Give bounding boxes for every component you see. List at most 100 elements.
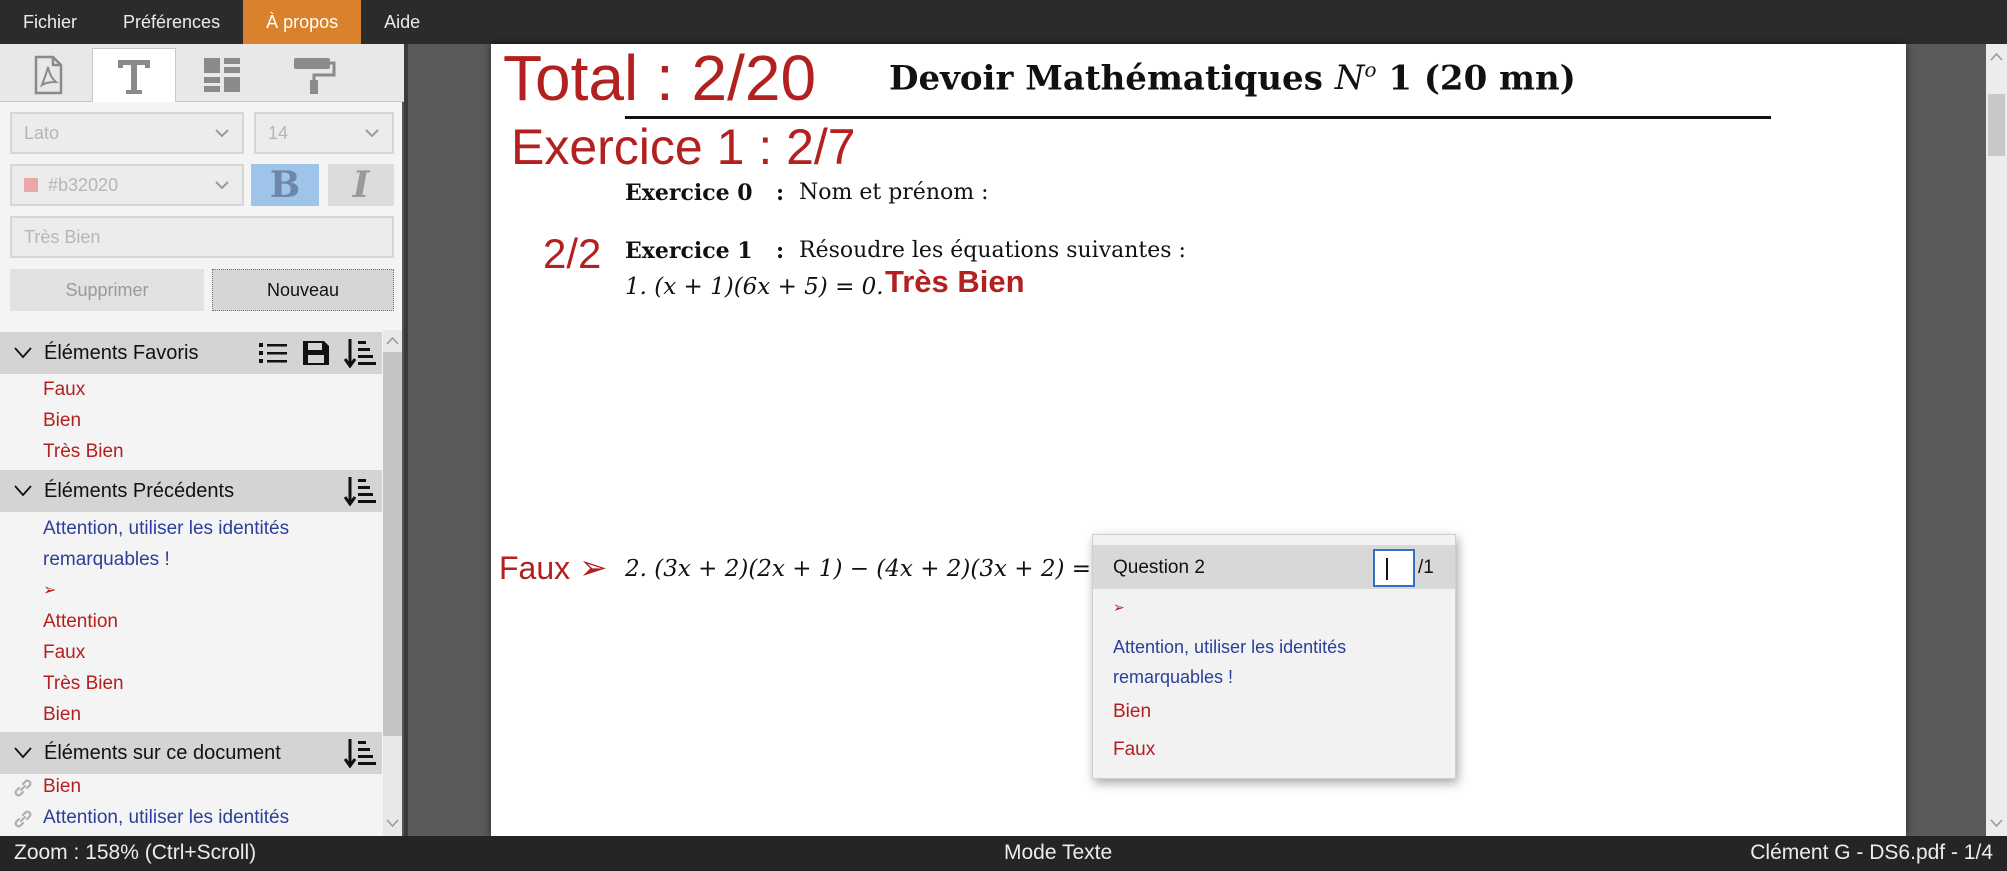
previous-item[interactable]: ➢ xyxy=(43,575,56,606)
annotation-text-value: Très Bien xyxy=(24,226,101,247)
previous-title: Éléments Précédents xyxy=(44,479,235,502)
menu-bar: Fichier Préférences À propos Aide xyxy=(0,0,2007,44)
delete-button[interactable]: Supprimer xyxy=(10,269,204,311)
status-bar: Zoom : 158% (Ctrl+Scroll) Mode Texte Clé… xyxy=(0,836,2007,871)
color-select[interactable]: #b32020 xyxy=(10,164,244,206)
tab-paint[interactable] xyxy=(272,48,356,102)
color-swatch xyxy=(24,178,38,192)
color-select-value: #b32020 xyxy=(48,174,119,195)
grade-max: /1 xyxy=(1418,557,1434,578)
previous-actions xyxy=(344,470,376,512)
save-icon[interactable] xyxy=(302,340,330,366)
previous-item[interactable]: Très Bien xyxy=(43,668,124,699)
sort-icon[interactable] xyxy=(344,738,376,768)
chevron-down-icon xyxy=(14,347,32,359)
title-rest: 1 (20 mn) xyxy=(1388,58,1576,99)
annotation-text-input[interactable]: Très Bien xyxy=(10,216,394,258)
chevron-down-icon xyxy=(215,129,229,138)
favorites-actions xyxy=(258,332,376,374)
zoom-status: Zoom : 158% (Ctrl+Scroll) xyxy=(14,841,257,864)
popup-item[interactable]: Attention, utiliser les identités remarq… xyxy=(1113,632,1413,692)
tool-tabs xyxy=(0,44,404,102)
previous-header[interactable]: Éléments Précédents xyxy=(0,470,382,512)
document-title: Devoir Mathématiques No 1 (20 mn) xyxy=(889,58,1576,98)
list-icon[interactable] xyxy=(258,341,288,365)
favorites-header[interactable]: Éléments Favoris xyxy=(0,332,382,374)
chevron-down-icon xyxy=(215,181,229,190)
sort-icon[interactable] xyxy=(344,476,376,506)
chevron-down-icon xyxy=(14,747,32,759)
previous-item[interactable]: Attention, utiliser les identités remarq… xyxy=(43,513,343,575)
size-select-value: 14 xyxy=(268,122,289,143)
font-select-value: Lato xyxy=(24,122,60,143)
previous-item[interactable]: Faux xyxy=(43,637,85,668)
equation-2: 2. (3x + 2)(2x + 1) − (4x + 2)(3x + 2) =… xyxy=(625,556,1113,582)
scroll-up-icon[interactable] xyxy=(1990,52,2003,62)
document-scroll-thumb[interactable] xyxy=(1988,94,2005,156)
popup-item[interactable]: ➢ xyxy=(1113,599,1125,616)
font-select[interactable]: Lato xyxy=(10,112,244,154)
tab-pdf[interactable] xyxy=(6,48,90,102)
faux-label: Faux xyxy=(499,550,571,586)
document-scrollbar[interactable] xyxy=(1986,44,2007,836)
chevron-down-icon xyxy=(365,129,379,138)
previous-item[interactable]: Attention xyxy=(43,606,118,637)
total-score[interactable]: Total : 2/20 xyxy=(503,44,816,112)
question-score[interactable]: 2/2 xyxy=(543,230,601,278)
link-icon xyxy=(14,810,32,828)
menu-aide[interactable]: Aide xyxy=(361,0,443,44)
chevron-down-icon xyxy=(14,485,32,497)
paint-roller-icon xyxy=(294,58,336,94)
tab-grid[interactable] xyxy=(180,48,264,102)
left-scrollbar[interactable] xyxy=(383,330,402,836)
favorites-title: Éléments Favoris xyxy=(44,341,199,364)
document-item[interactable]: Bien xyxy=(43,771,81,802)
grade-popup: Question 2 /1 ➢ Attention, utiliser les … xyxy=(1092,534,1456,779)
annotation-tres-bien[interactable]: Très Bien xyxy=(885,264,1025,300)
text-caret xyxy=(1386,558,1388,580)
file-status: Clément G - DS6.pdf - 1/4 xyxy=(1750,841,1993,864)
bold-toggle[interactable]: B xyxy=(251,164,319,206)
tab-text[interactable] xyxy=(92,48,176,102)
document-item[interactable]: Attention, utiliser les identités xyxy=(43,802,289,833)
link-icon xyxy=(14,779,32,797)
sort-icon[interactable] xyxy=(344,338,376,368)
exercise-0-text: Nom et prénom : xyxy=(799,180,989,205)
grade-input[interactable] xyxy=(1373,549,1415,587)
arrow-icon: ➢ xyxy=(579,549,608,587)
mode-status: Mode Texte xyxy=(1004,841,1113,864)
italic-toggle[interactable]: I xyxy=(328,164,394,206)
title-number-sign: No xyxy=(1334,58,1377,99)
exercise-score[interactable]: Exercice 1 : 2/7 xyxy=(511,118,856,176)
document-items-header[interactable]: Éléments sur ce document xyxy=(0,732,382,774)
size-select[interactable]: 14 xyxy=(254,112,394,154)
exercise-0-colon: : xyxy=(776,180,785,206)
app-window: Fichier Préférences À propos Aide Lato 1… xyxy=(0,0,2007,871)
popup-item[interactable]: Bien xyxy=(1113,701,1151,723)
title-text: Devoir Mathématiques xyxy=(889,58,1323,99)
new-button[interactable]: Nouveau xyxy=(212,269,394,311)
exercise-0-label: Exercice 0 xyxy=(625,180,753,206)
favorite-item[interactable]: Faux xyxy=(43,374,85,405)
favorite-item[interactable]: Bien xyxy=(43,405,81,436)
popup-item[interactable]: Faux xyxy=(1113,739,1155,761)
left-scroll-thumb[interactable] xyxy=(383,352,402,736)
previous-item[interactable]: Bien xyxy=(43,699,81,730)
exercise-1-label: Exercice 1 xyxy=(625,238,753,264)
pdf-file-icon xyxy=(34,55,63,95)
document-items-actions xyxy=(344,732,376,774)
favorite-item[interactable]: Très Bien xyxy=(43,436,124,467)
exercise-1-text: Résoudre les équations suivantes : xyxy=(799,238,1186,263)
scroll-up-icon[interactable] xyxy=(386,336,399,346)
menu-a-propos[interactable]: À propos xyxy=(243,0,362,44)
scroll-down-icon[interactable] xyxy=(386,818,399,828)
document-items-title: Éléments sur ce document xyxy=(44,741,281,764)
annotation-faux[interactable]: Faux ➢ xyxy=(499,548,608,588)
menu-fichier[interactable]: Fichier xyxy=(0,0,100,44)
menu-preferences[interactable]: Préférences xyxy=(100,0,243,44)
equation-1: 1. (x + 1)(6x + 5) = 0. xyxy=(625,274,884,300)
scroll-down-icon[interactable] xyxy=(1990,818,2003,828)
popup-header: Question 2 /1 xyxy=(1093,545,1455,589)
question-label: Question 2 xyxy=(1113,557,1205,578)
text-tool-icon xyxy=(118,59,150,94)
